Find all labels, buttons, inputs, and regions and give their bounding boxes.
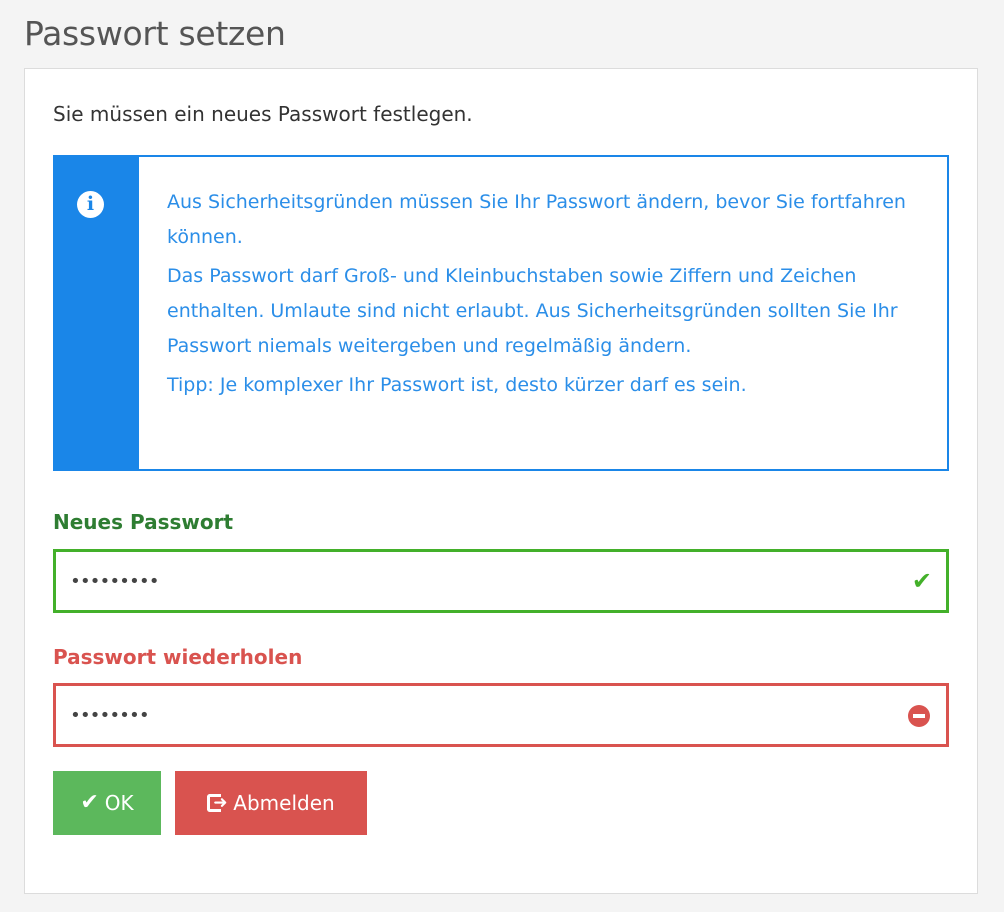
check-icon: ✔ [80,790,99,815]
minus-circle-icon [908,705,930,727]
alert-text: Aus Sicherheitsgründen müssen Sie Ihr Pa… [167,185,917,407]
alert-icon-bar: i [55,157,139,469]
sign-out-icon: ➜ [207,793,228,813]
repeat-password-field-wrapper [53,683,949,747]
repeat-password-input[interactable] [56,686,946,744]
new-password-input[interactable] [56,552,946,610]
check-icon: ✔ [911,567,932,595]
alert-paragraph: Das Passwort darf Groß- und Kleinbuchsta… [167,265,898,357]
repeat-password-label: Passwort wiederholen [53,645,303,669]
logout-button[interactable]: ➜ Abmelden [175,771,367,835]
new-password-label: Neues Passwort [53,510,234,534]
info-alert: i Aus Sicherheitsgründen müssen Sie Ihr … [53,155,949,471]
page-title: Passwort setzen [24,14,286,53]
ok-button[interactable]: ✔ OK [53,771,161,835]
alert-paragraph: Aus Sicherheitsgründen müssen Sie Ihr Pa… [167,191,906,248]
info-circle-icon: i [77,191,104,218]
password-panel: Sie müssen ein neues Passwort festlegen.… [24,68,978,894]
intro-text: Sie müssen ein neues Passwort festlegen. [53,102,473,126]
ok-button-label: OK [104,791,134,815]
alert-paragraph: Tipp: Je komplexer Ihr Passwort ist, des… [167,374,747,396]
logout-button-label: Abmelden [233,791,335,815]
new-password-field-wrapper: ✔ [53,549,949,613]
